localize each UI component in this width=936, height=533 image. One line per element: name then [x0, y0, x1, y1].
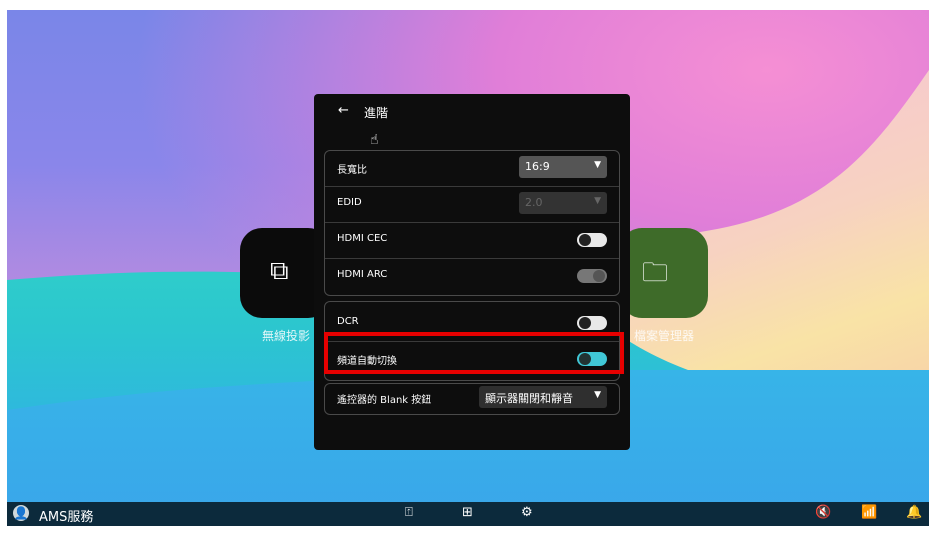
panel-title: 進階	[364, 106, 389, 120]
dcr-row[interactable]: DCR	[325, 306, 619, 342]
tile-caption: 無線投影	[262, 329, 311, 343]
settings-group: 遙控器的 Blank 按鈕 顯示器關閉和靜音 ▼	[324, 383, 620, 415]
edid-row: EDID 2.0 ▼	[325, 187, 619, 223]
settings-icon[interactable]: ⚙	[521, 505, 533, 520]
file-manager-tile[interactable]: 🗀	[620, 228, 708, 318]
cast-icon: ⧉	[270, 256, 289, 286]
auto-source-switch-toggle[interactable]	[577, 352, 607, 366]
auto-source-switch-row[interactable]: 頻道自動切換	[325, 342, 619, 377]
row-label: 長寬比	[337, 165, 367, 176]
chevron-down-icon: ▼	[594, 390, 601, 400]
settings-group: 長寬比 16:9 ▼ EDID 2.0 ▼ HDMI CEC HDMI ARC	[324, 150, 620, 296]
row-label: HDMI ARC	[337, 269, 388, 280]
edid-select: 2.0 ▼	[519, 192, 607, 214]
folder-icon: 🗀	[642, 258, 669, 288]
row-label: 遙控器的 Blank 按鈕	[337, 395, 432, 406]
row-label: 頻道自動切換	[337, 356, 397, 367]
remote-blank-button-row[interactable]: 遙控器的 Blank 按鈕 顯示器關閉和靜音 ▼	[325, 381, 619, 416]
bell-icon[interactable]: 🔔	[906, 505, 922, 520]
chevron-down-icon: ▼	[594, 196, 601, 206]
row-label: EDID	[337, 197, 362, 208]
chevron-down-icon: ▼	[594, 160, 601, 170]
aspect-ratio-select[interactable]: 16:9 ▼	[519, 156, 607, 178]
apps-icon[interactable]: ⊞	[462, 505, 473, 520]
hdmi-cec-toggle[interactable]	[577, 233, 607, 247]
blank-button-select[interactable]: 顯示器關閉和靜音 ▼	[479, 386, 607, 408]
user-avatar-icon[interactable]: 👤	[13, 505, 29, 521]
user-label[interactable]: AMS服務	[39, 506, 93, 525]
select-value: 16:9	[525, 160, 550, 173]
back-arrow-icon[interactable]: ←	[338, 103, 349, 118]
select-value: 2.0	[525, 196, 543, 209]
hdmi-arc-row: HDMI ARC	[325, 259, 619, 294]
cast-icon[interactable]: ⍐	[405, 505, 413, 520]
aspect-ratio-row[interactable]: 長寬比 16:9 ▼	[325, 151, 619, 187]
advanced-settings-panel: ← 進階 長寬比 16:9 ▼ EDID 2.0 ▼ HDMI CEC HDMI…	[314, 94, 630, 450]
row-label: HDMI CEC	[337, 233, 388, 244]
select-value: 顯示器關閉和靜音	[485, 392, 573, 405]
dcr-toggle[interactable]	[577, 316, 607, 330]
settings-group: DCR 頻道自動切換	[324, 301, 620, 381]
wifi-icon[interactable]: 📶	[861, 505, 877, 520]
panel-header: ← 進階	[314, 94, 630, 134]
hand-cursor-icon: ☝	[370, 132, 379, 148]
hdmi-cec-row[interactable]: HDMI CEC	[325, 223, 619, 259]
taskbar: 👤 AMS服務 ⍐ ⊞ ⚙ 🔇 📶 🔔	[7, 502, 929, 526]
tile-caption: 檔案管理器	[634, 329, 695, 343]
row-label: DCR	[337, 316, 359, 327]
hdmi-arc-toggle	[577, 269, 607, 283]
mute-icon[interactable]: 🔇	[815, 505, 831, 520]
